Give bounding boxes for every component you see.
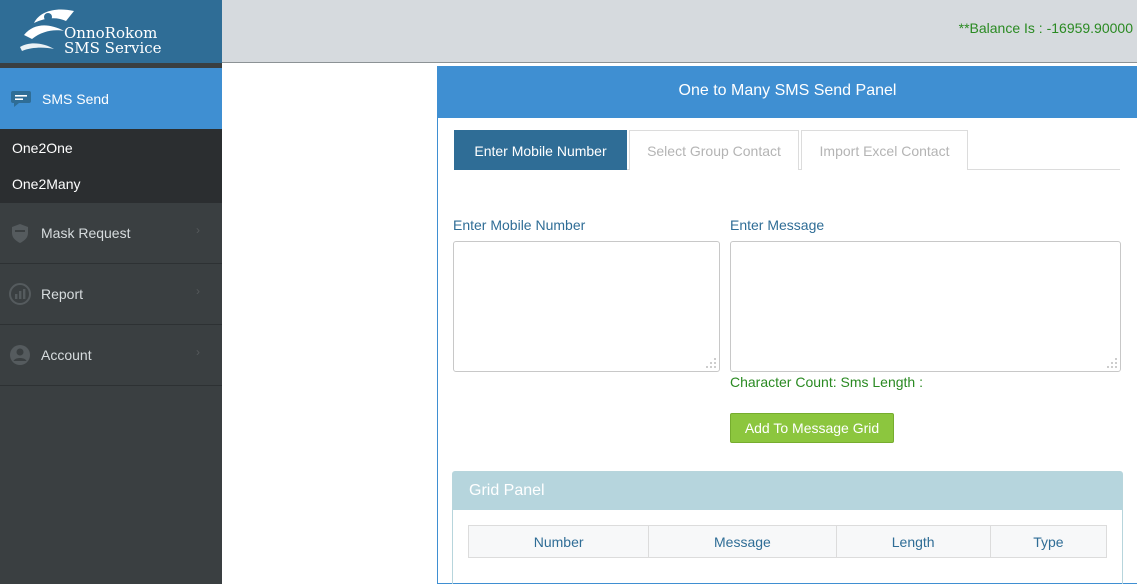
sidebar-item-report[interactable]: Report › [0,264,222,325]
submenu-item-one2one[interactable]: One2One [0,130,222,166]
grid-panel-title: Grid Panel [453,472,1122,510]
column-header-number[interactable]: Number [467,525,650,558]
sidebar-item-label: SMS Send [42,90,109,107]
sidebar-item-account[interactable]: Account › [0,325,222,386]
sidebar-item-label: Report [41,286,84,302]
sms-send-panel: One to Many SMS Send Panel Enter Mobile … [437,66,1137,584]
sidebar-item-mask-request[interactable]: Mask Request › [0,203,222,264]
sidebar-item-sms-send[interactable]: SMS Send [0,68,222,129]
chat-icon [11,90,31,107]
chevron-right-icon: › [196,345,200,359]
mobile-number-textarea[interactable] [453,241,720,372]
balance-text: **Balance Is : -16959.90000 [958,20,1133,36]
shield-icon [12,224,28,243]
sidebar-item-label: Account [41,347,92,363]
message-grid-table: Number Message Length Type [467,525,1108,558]
submenu-item-one2many[interactable]: One2Many [0,166,222,202]
brand-line2: SMS Service [64,39,162,57]
tab-select-group-contact[interactable]: Select Group Contact [629,130,799,170]
column-header-type[interactable]: Type [989,525,1108,558]
tab-enter-mobile-number[interactable]: Enter Mobile Number [454,130,627,170]
add-to-message-grid-button[interactable]: Add To Message Grid [730,413,894,443]
sms-send-submenu: One2One One2Many [0,129,222,203]
chart-icon [9,283,31,305]
sidebar: OnnoRokom SMS Service SMS Send One2One O… [0,0,222,584]
logo-area: OnnoRokom SMS Service [0,0,222,63]
message-textarea[interactable] [730,241,1121,372]
tab-import-excel-contact[interactable]: Import Excel Contact [801,130,968,170]
top-bar: **Balance Is : -16959.90000 [222,0,1137,63]
column-header-message[interactable]: Message [648,525,837,558]
tab-bar: Enter Mobile Number Select Group Contact… [454,130,1120,170]
grid-panel: Grid Panel Number Message Length Type [452,471,1123,584]
message-label: Enter Message [730,217,825,233]
chevron-right-icon: › [196,284,200,298]
chevron-right-icon: › [196,223,200,237]
resize-grip-icon [1107,358,1117,368]
character-count-text: Character Count: Sms Length : [730,374,923,390]
user-icon [10,345,30,365]
mobile-number-label: Enter Mobile Number [453,217,586,233]
sidebar-item-label: Mask Request [41,225,131,241]
column-header-length[interactable]: Length [835,525,991,558]
table-header-row: Number Message Length Type [467,525,1108,558]
brand-name: OnnoRokom SMS Service [64,26,162,56]
panel-title: One to Many SMS Send Panel [438,67,1137,118]
resize-grip-icon [706,358,716,368]
